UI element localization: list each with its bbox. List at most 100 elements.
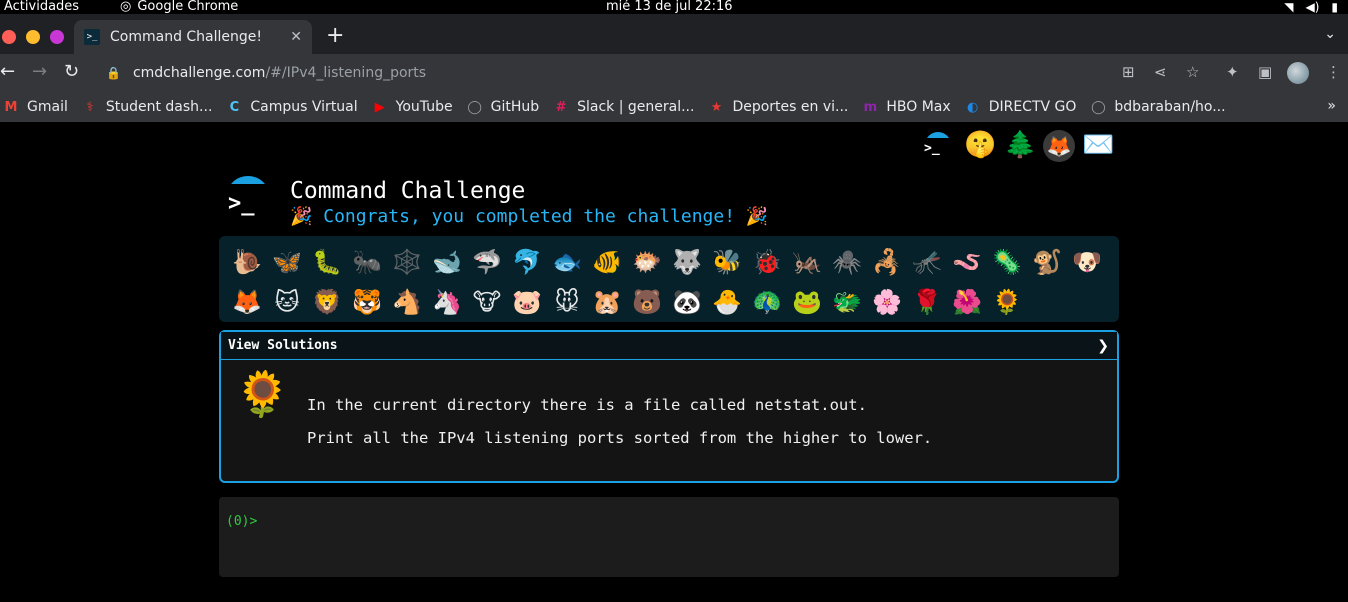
url-path: /#/IPv4_listening_ports [265, 65, 427, 81]
profile-avatar[interactable] [1287, 62, 1309, 84]
completed-challenge-badge-icon[interactable]: 🐜 [347, 242, 387, 282]
forward-arrow-icon[interactable]: → [32, 62, 47, 82]
clock[interactable]: mié 13 de jul 22:16 [606, 0, 733, 14]
window-maximize-button[interactable] [50, 30, 64, 44]
tab-strip: >_ Command Challenge! ✕ + ⌄ [0, 14, 1348, 54]
reload-icon[interactable]: ↻ [64, 62, 79, 82]
bookmark-item[interactable]: # Slack | general... [553, 99, 695, 115]
app-name: Google Chrome [137, 0, 239, 14]
bookmark-item[interactable]: ★ Deportes en vi... [708, 99, 849, 115]
completed-challenge-badge-icon[interactable]: 🐌 [227, 242, 267, 282]
bookmark-item[interactable]: ▶ YouTube [372, 99, 453, 115]
completed-challenge-badge-icon[interactable]: 🦄 [427, 282, 467, 322]
new-tab-button[interactable]: + [326, 25, 344, 47]
system-status-area[interactable]: ◥ ◀) ▮ [1284, 0, 1338, 14]
completed-challenge-badge-icon[interactable]: 🐷 [507, 282, 547, 322]
lock-icon[interactable]: 🔒 [106, 66, 121, 80]
completed-challenge-badge-icon[interactable]: 🐸 [787, 282, 827, 322]
completed-challenge-badge-icon[interactable]: 🐲 [827, 282, 867, 322]
window-close-button[interactable] [2, 30, 16, 44]
completed-challenge-badge-icon[interactable]: 🦂 [867, 242, 907, 282]
completed-challenge-badge-icon[interactable]: 🐝 [707, 242, 747, 282]
bookmark-item[interactable]: ◯ bdbaraban/ho... [1090, 99, 1225, 115]
completed-challenge-badge-icon[interactable]: 🐴 [387, 282, 427, 322]
completed-challenge-badge-icon[interactable]: 🦋 [267, 242, 307, 282]
completed-challenge-badge-icon[interactable]: 🪱 [947, 242, 987, 282]
window-minimize-button[interactable] [26, 30, 40, 44]
completed-challenge-badge-icon[interactable]: 🦠 [987, 242, 1027, 282]
view-solutions-toggle[interactable]: View Solutions ❯ [221, 332, 1117, 360]
completed-challenges-grid: 🐌 🦋 🐛 🐜 🕸️ 🐋 🦈 🐬 🐟 🐠 🐡 🐺 🐝 🐞 🦗 🕷️ 🦂 🦟 🪱 🦠 🐒 🐶 🦊 🐱 🦁 🐯 🐴 🦄 🐮 🐷 🐭 🐹 🐻 🐼 🐣 🦚 🐸 🐲… [219, 236, 1119, 322]
extensions-puzzle-icon[interactable]: ✦ [1226, 63, 1239, 81]
completed-challenge-badge-icon[interactable]: 🦁 [307, 282, 347, 322]
view-solutions-label: View Solutions [228, 338, 338, 353]
terminal-favicon-icon: >_ [84, 29, 100, 45]
completed-challenge-badge-icon[interactable]: 🐹 [587, 282, 627, 322]
bookmark-item[interactable]: m HBO Max [862, 99, 951, 115]
tab-close-icon[interactable]: ✕ [290, 29, 302, 45]
completed-challenge-badge-icon[interactable]: 🦟 [907, 242, 947, 282]
completed-challenge-badge-icon[interactable]: 🐡 [627, 242, 667, 282]
activities-button[interactable]: Actividades [4, 0, 79, 14]
volume-icon: ◀) [1305, 0, 1320, 14]
completed-challenge-badge-icon[interactable]: 🐬 [507, 242, 547, 282]
bookmark-star-icon[interactable]: ☆ [1186, 63, 1199, 81]
bookmark-item[interactable]: ⚕ Student dash... [82, 99, 212, 115]
bookmark-label: DIRECTV GO [988, 99, 1077, 115]
tab-search-chevron-icon[interactable]: ⌄ [1324, 26, 1336, 42]
completed-challenge-badge-icon[interactable]: 🌸 [867, 282, 907, 322]
bookmark-item[interactable]: C Campus Virtual [226, 99, 358, 115]
completed-challenge-badge-icon[interactable]: 🐒 [1027, 242, 1067, 282]
site-logo: >_ [224, 176, 272, 224]
bookmark-item[interactable]: M Gmail [3, 99, 68, 115]
completed-challenge-badge-icon[interactable]: 🐯 [347, 282, 387, 322]
shush-emoji-icon[interactable]: 🤫 [964, 130, 996, 160]
completed-challenge-badge-icon[interactable]: 🐛 [307, 242, 347, 282]
bookmark-item[interactable]: ◯ GitHub [467, 99, 539, 115]
cmdchallenge-icon[interactable]: >_ [922, 130, 952, 167]
bookmark-label: Deportes en vi... [732, 99, 849, 115]
bookmarks-overflow-icon[interactable]: » [1327, 98, 1336, 114]
back-arrow-icon[interactable]: ← [0, 62, 15, 82]
github-icon: ◯ [467, 99, 482, 115]
completed-challenge-badge-icon[interactable]: 🐼 [667, 282, 707, 322]
translate-icon[interactable]: ⊞ [1122, 63, 1135, 81]
email-icon[interactable]: ✉️ [1082, 130, 1114, 160]
app-menu[interactable]: ◎ Google Chrome [120, 0, 238, 14]
completed-challenge-badge-icon[interactable]: 🐶 [1067, 242, 1107, 282]
completed-challenge-badge-icon[interactable]: 🦊 [227, 282, 267, 322]
address-bar[interactable]: 🔒 cmdchallenge.com /#/IPv4_listening_por… [96, 58, 1212, 88]
bookmark-item[interactable]: ◐ DIRECTV GO [965, 99, 1077, 115]
completed-challenge-badge-icon[interactable]: 🌺 [947, 282, 987, 322]
battery-icon: ▮ [1331, 0, 1338, 14]
gitlab-icon[interactable]: 🦊 [1043, 130, 1075, 162]
tree-icon[interactable]: 🌲 [1004, 130, 1036, 160]
url-host: cmdchallenge.com [132, 65, 266, 81]
completed-challenge-badge-icon[interactable]: 🐮 [467, 282, 507, 322]
student-dashboard-icon: ⚕ [86, 99, 94, 115]
deportes-icon: ★ [710, 99, 723, 115]
completed-challenge-badge-icon[interactable]: 🐱 [267, 282, 307, 322]
tab-command-challenge[interactable]: >_ Command Challenge! ✕ [74, 20, 312, 54]
completed-challenge-badge-icon[interactable]: 🦚 [747, 282, 787, 322]
more-menu-icon[interactable]: ⋮ [1326, 63, 1341, 81]
completed-challenge-badge-icon[interactable]: 🐠 [587, 242, 627, 282]
terminal-input[interactable]: (0)> [219, 497, 1119, 577]
completed-challenge-badge-icon[interactable]: 🦈 [467, 242, 507, 282]
completed-challenge-badge-icon[interactable]: 🐞 [747, 242, 787, 282]
completed-challenge-badge-icon[interactable]: 🐣 [707, 282, 747, 322]
completed-challenge-badge-icon[interactable]: 🐟 [547, 242, 587, 282]
completed-challenge-badge-icon[interactable]: 🕸️ [387, 242, 427, 282]
completed-challenge-badge-icon[interactable]: 🌹 [907, 282, 947, 322]
completed-challenge-badge-icon[interactable]: 🦗 [787, 242, 827, 282]
completed-challenge-badge-icon[interactable]: 🐋 [427, 242, 467, 282]
bookmarks-bar: M Gmail ⚕ Student dash... C Campus Virtual ▶ Yo… [0, 92, 1348, 122]
completed-challenge-badge-icon[interactable]: 🐻 [627, 282, 667, 322]
completed-challenge-badge-icon[interactable]: 🐺 [667, 242, 707, 282]
side-panel-icon[interactable]: ▣ [1258, 63, 1272, 81]
completed-challenge-badge-icon[interactable]: 🌻 [987, 282, 1027, 322]
completed-challenge-badge-icon[interactable]: 🕷️ [827, 242, 867, 282]
share-icon[interactable]: ⋖ [1154, 63, 1167, 81]
campus-virtual-icon: C [229, 99, 240, 115]
completed-challenge-badge-icon[interactable]: 🐭 [547, 282, 587, 322]
